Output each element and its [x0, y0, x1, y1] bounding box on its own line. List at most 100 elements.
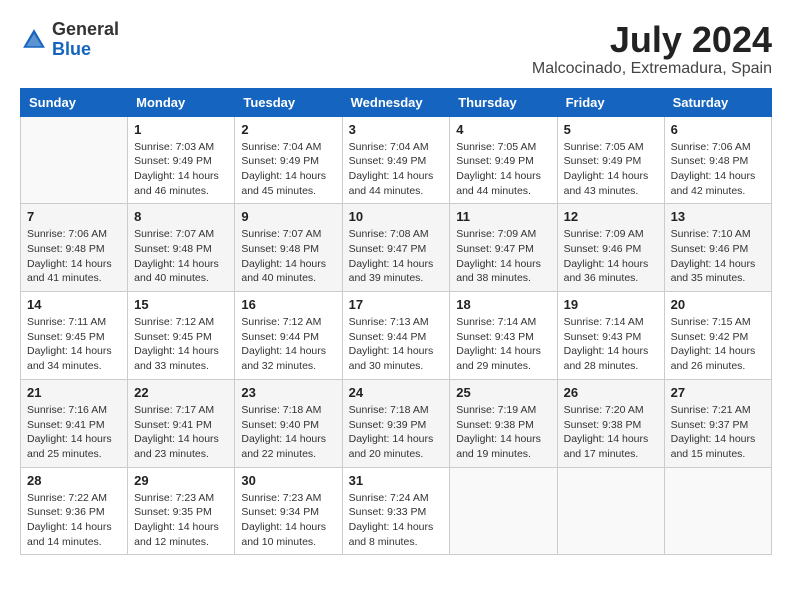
day-info: Sunrise: 7:24 AM Sunset: 9:33 PM Dayligh… — [349, 491, 444, 550]
calendar-cell: 29 Sunrise: 7:23 AM Sunset: 9:35 PM Dayli… — [128, 467, 235, 555]
calendar-cell: 14 Sunrise: 7:11 AM Sunset: 9:45 PM Dayli… — [21, 292, 128, 380]
day-number: 7 — [27, 209, 121, 224]
day-info: Sunrise: 7:12 AM Sunset: 9:44 PM Dayligh… — [241, 315, 335, 374]
month-title: July 2024 — [532, 20, 772, 60]
calendar-cell: 18 Sunrise: 7:14 AM Sunset: 9:43 PM Dayli… — [450, 292, 557, 380]
day-number: 30 — [241, 473, 335, 488]
day-number: 18 — [456, 297, 550, 312]
day-info: Sunrise: 7:04 AM Sunset: 9:49 PM Dayligh… — [241, 140, 335, 199]
logo-blue-text: Blue — [52, 39, 91, 59]
logo: General Blue — [20, 20, 119, 60]
day-number: 15 — [134, 297, 228, 312]
calendar-cell: 2 Sunrise: 7:04 AM Sunset: 9:49 PM Daylig… — [235, 116, 342, 204]
calendar-cell — [557, 467, 664, 555]
day-info: Sunrise: 7:10 AM Sunset: 9:46 PM Dayligh… — [671, 227, 765, 286]
weekday-header-monday: Monday — [128, 88, 235, 116]
calendar-cell: 24Sunrise: 7:18 AM Sunset: 9:39 PM Dayli… — [342, 379, 450, 467]
calendar-cell — [450, 467, 557, 555]
day-info: Sunrise: 7:21 AM Sunset: 9:37 PM Dayligh… — [671, 403, 765, 462]
calendar-cell: 27 Sunrise: 7:21 AM Sunset: 9:37 PM Dayli… — [664, 379, 771, 467]
day-number: 20 — [671, 297, 765, 312]
calendar-cell: 4 Sunrise: 7:05 AM Sunset: 9:49 PM Daylig… — [450, 116, 557, 204]
calendar-cell: 25Sunrise: 7:19 AM Sunset: 9:38 PM Dayli… — [450, 379, 557, 467]
calendar-cell — [21, 116, 128, 204]
day-number: 22 — [134, 385, 228, 400]
day-number: 5 — [564, 122, 658, 137]
day-info: Sunrise: 7:18 AM Sunset: 9:40 PM Dayligh… — [241, 403, 335, 462]
calendar-cell: 1 Sunrise: 7:03 AM Sunset: 9:49 PM Daylig… — [128, 116, 235, 204]
calendar-cell: 3 Sunrise: 7:04 AM Sunset: 9:49 PM Daylig… — [342, 116, 450, 204]
calendar-cell — [664, 467, 771, 555]
day-number: 26 — [564, 385, 658, 400]
day-info: Sunrise: 7:20 AM Sunset: 9:38 PM Dayligh… — [564, 403, 658, 462]
day-info: Sunrise: 7:14 AM Sunset: 9:43 PM Dayligh… — [456, 315, 550, 374]
day-info: Sunrise: 7:12 AM Sunset: 9:45 PM Dayligh… — [134, 315, 228, 374]
calendar-cell: 21 Sunrise: 7:16 AM Sunset: 9:41 PM Dayli… — [21, 379, 128, 467]
weekday-header-tuesday: Tuesday — [235, 88, 342, 116]
calendar-cell: 20 Sunrise: 7:15 AM Sunset: 9:42 PM Dayli… — [664, 292, 771, 380]
day-info: Sunrise: 7:13 AM Sunset: 9:44 PM Dayligh… — [349, 315, 444, 374]
calendar-cell: 9Sunrise: 7:07 AM Sunset: 9:48 PM Daylig… — [235, 204, 342, 292]
calendar-cell: 13 Sunrise: 7:10 AM Sunset: 9:46 PM Dayli… — [664, 204, 771, 292]
day-number: 11 — [456, 209, 550, 224]
day-info: Sunrise: 7:07 AM Sunset: 9:48 PM Dayligh… — [241, 227, 335, 286]
day-number: 17 — [349, 297, 444, 312]
day-number: 2 — [241, 122, 335, 137]
calendar-cell: 15 Sunrise: 7:12 AM Sunset: 9:45 PM Dayli… — [128, 292, 235, 380]
day-info: Sunrise: 7:09 AM Sunset: 9:47 PM Dayligh… — [456, 227, 550, 286]
day-number: 28 — [27, 473, 121, 488]
header: General Blue July 2024 Malcocinado, Extr… — [20, 20, 772, 78]
day-number: 13 — [671, 209, 765, 224]
weekday-header-wednesday: Wednesday — [342, 88, 450, 116]
day-info: Sunrise: 7:14 AM Sunset: 9:43 PM Dayligh… — [564, 315, 658, 374]
calendar-header: SundayMondayTuesdayWednesdayThursdayFrid… — [21, 88, 772, 116]
day-number: 6 — [671, 122, 765, 137]
day-number: 4 — [456, 122, 550, 137]
calendar-cell: 23 Sunrise: 7:18 AM Sunset: 9:40 PM Dayli… — [235, 379, 342, 467]
day-number: 23 — [241, 385, 335, 400]
day-info: Sunrise: 7:03 AM Sunset: 9:49 PM Dayligh… — [134, 140, 228, 199]
calendar-cell: 10 Sunrise: 7:08 AM Sunset: 9:47 PM Dayli… — [342, 204, 450, 292]
day-number: 10 — [349, 209, 444, 224]
day-number: 21 — [27, 385, 121, 400]
weekday-header-thursday: Thursday — [450, 88, 557, 116]
generalblue-logo-icon — [20, 26, 48, 54]
calendar: SundayMondayTuesdayWednesdayThursdayFrid… — [20, 88, 772, 556]
day-number: 29 — [134, 473, 228, 488]
title-area: July 2024 Malcocinado, Extremadura, Spai… — [532, 20, 772, 78]
day-number: 25 — [456, 385, 550, 400]
day-info: Sunrise: 7:16 AM Sunset: 9:41 PM Dayligh… — [27, 403, 121, 462]
day-info: Sunrise: 7:23 AM Sunset: 9:35 PM Dayligh… — [134, 491, 228, 550]
calendar-cell: 22 Sunrise: 7:17 AM Sunset: 9:41 PM Dayli… — [128, 379, 235, 467]
calendar-cell: 26 Sunrise: 7:20 AM Sunset: 9:38 PM Dayli… — [557, 379, 664, 467]
day-number: 1 — [134, 122, 228, 137]
calendar-cell: 7 Sunrise: 7:06 AM Sunset: 9:48 PM Daylig… — [21, 204, 128, 292]
day-number: 19 — [564, 297, 658, 312]
day-info: Sunrise: 7:04 AM Sunset: 9:49 PM Dayligh… — [349, 140, 444, 199]
day-info: Sunrise: 7:11 AM Sunset: 9:45 PM Dayligh… — [27, 315, 121, 374]
day-info: Sunrise: 7:17 AM Sunset: 9:41 PM Dayligh… — [134, 403, 228, 462]
calendar-cell: 12Sunrise: 7:09 AM Sunset: 9:46 PM Dayli… — [557, 204, 664, 292]
calendar-cell: 6 Sunrise: 7:06 AM Sunset: 9:48 PM Daylig… — [664, 116, 771, 204]
weekday-header-sunday: Sunday — [21, 88, 128, 116]
day-number: 24 — [349, 385, 444, 400]
calendar-cell: 11 Sunrise: 7:09 AM Sunset: 9:47 PM Dayli… — [450, 204, 557, 292]
location-title: Malcocinado, Extremadura, Spain — [532, 60, 772, 78]
day-info: Sunrise: 7:08 AM Sunset: 9:47 PM Dayligh… — [349, 227, 444, 286]
day-info: Sunrise: 7:09 AM Sunset: 9:46 PM Dayligh… — [564, 227, 658, 286]
calendar-cell: 31 Sunrise: 7:24 AM Sunset: 9:33 PM Dayli… — [342, 467, 450, 555]
day-info: Sunrise: 7:07 AM Sunset: 9:48 PM Dayligh… — [134, 227, 228, 286]
day-info: Sunrise: 7:15 AM Sunset: 9:42 PM Dayligh… — [671, 315, 765, 374]
day-info: Sunrise: 7:06 AM Sunset: 9:48 PM Dayligh… — [671, 140, 765, 199]
day-number: 27 — [671, 385, 765, 400]
day-number: 8 — [134, 209, 228, 224]
day-info: Sunrise: 7:05 AM Sunset: 9:49 PM Dayligh… — [456, 140, 550, 199]
calendar-cell: 8 Sunrise: 7:07 AM Sunset: 9:48 PM Daylig… — [128, 204, 235, 292]
day-number: 14 — [27, 297, 121, 312]
calendar-cell: 5Sunrise: 7:05 AM Sunset: 9:49 PM Daylig… — [557, 116, 664, 204]
day-number: 3 — [349, 122, 444, 137]
day-number: 31 — [349, 473, 444, 488]
day-info: Sunrise: 7:06 AM Sunset: 9:48 PM Dayligh… — [27, 227, 121, 286]
calendar-cell: 28Sunrise: 7:22 AM Sunset: 9:36 PM Dayli… — [21, 467, 128, 555]
calendar-cell: 16Sunrise: 7:12 AM Sunset: 9:44 PM Dayli… — [235, 292, 342, 380]
